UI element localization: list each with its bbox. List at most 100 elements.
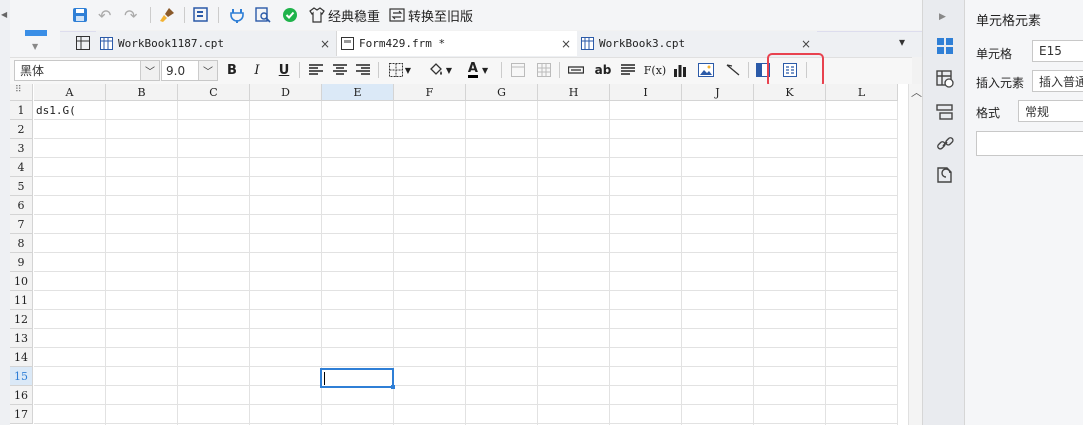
italic-button[interactable]: I <box>249 60 265 80</box>
fill-color-button[interactable]: ▼ <box>424 60 456 80</box>
underline-button[interactable]: U <box>276 60 292 80</box>
toolbar-divider <box>150 7 151 23</box>
redo-button[interactable]: ↷ <box>124 5 137 25</box>
row-header-13[interactable]: 13 <box>10 329 33 348</box>
close-tab-icon[interactable]: × <box>801 37 811 51</box>
format-painter-button[interactable] <box>159 5 175 25</box>
tab-form429[interactable]: Form429.frm * × <box>336 31 578 56</box>
insert-image-button[interactable] <box>697 60 715 80</box>
vertical-scrollbar[interactable]: ︿ <box>908 84 923 425</box>
column-header-a[interactable]: A <box>34 84 106 101</box>
insert-richtext-button[interactable]: ab <box>593 60 613 80</box>
row-header-17[interactable]: 17 <box>10 405 33 424</box>
align-right-icon <box>356 64 370 75</box>
collapse-left-icon[interactable]: ◀ <box>1 10 7 19</box>
slash-icon <box>726 64 740 76</box>
row-header-8[interactable]: 8 <box>10 234 33 253</box>
border-button[interactable]: ▼ <box>384 60 416 80</box>
row-header-14[interactable]: 14 <box>10 348 33 367</box>
text-color-button[interactable]: A ▼ <box>461 60 495 80</box>
insert-chart-button[interactable] <box>671 60 689 80</box>
scroll-up-icon[interactable]: ︿ <box>911 84 922 100</box>
insert-slash-button[interactable] <box>724 60 742 80</box>
search-doc-icon <box>255 7 271 23</box>
cell-field[interactable]: E15 <box>1032 40 1083 62</box>
close-tab-icon[interactable]: × <box>561 37 571 51</box>
connect-button[interactable] <box>229 5 245 25</box>
column-header-d[interactable]: D <box>250 84 322 101</box>
classic-theme-button[interactable]: 经典稳重 <box>309 5 380 25</box>
condition-attribute-icon[interactable] <box>936 166 954 184</box>
column-header-c[interactable]: C <box>178 84 250 101</box>
cell-attribute-icon[interactable] <box>936 70 954 88</box>
row-header-15[interactable]: 15 <box>10 367 33 386</box>
font-size-select[interactable]: 9.0 ﹀ <box>161 60 218 81</box>
row-header-16[interactable]: 16 <box>10 386 33 405</box>
hyperlink-icon[interactable] <box>936 135 954 153</box>
left-collapse-rail[interactable] <box>0 0 10 425</box>
fill-handle[interactable] <box>391 385 395 389</box>
inspect-button[interactable] <box>255 5 271 25</box>
paint-bucket-icon <box>430 63 442 75</box>
column-header-h[interactable]: H <box>538 84 610 101</box>
row-header-6[interactable]: 6 <box>10 196 33 215</box>
convert-old-button[interactable]: 转换至旧版 <box>389 5 473 25</box>
align-right-button[interactable] <box>354 60 372 80</box>
column-header-l[interactable]: L <box>826 84 898 101</box>
grid-column-line <box>826 101 898 425</box>
merge-cell-button[interactable] <box>510 60 526 80</box>
align-left-button[interactable] <box>307 60 325 80</box>
lines-icon <box>621 64 635 75</box>
text-color-letter: A <box>467 61 478 78</box>
tab-label: WorkBook3.cpt <box>599 37 686 50</box>
font-family-select[interactable]: 黑体 ﹀ <box>14 60 160 81</box>
format-detail-field[interactable] <box>976 131 1083 156</box>
new-tab-grid-icon[interactable] <box>76 36 90 53</box>
row-header-5[interactable]: 5 <box>10 177 33 196</box>
align-center-button[interactable] <box>331 60 349 80</box>
row-header-3[interactable]: 3 <box>10 139 33 158</box>
cell-element-icon[interactable] <box>936 37 954 55</box>
panel-expand-icon[interactable]: ▶ <box>939 12 946 22</box>
insert-text-button[interactable] <box>567 60 585 80</box>
row-header-4[interactable]: 4 <box>10 158 33 177</box>
row-header-11[interactable]: 11 <box>10 291 33 310</box>
row-header-10[interactable]: 10 <box>10 272 33 291</box>
column-header-k[interactable]: K <box>754 84 826 101</box>
column-header-f[interactable]: F <box>394 84 466 101</box>
insert-element-select[interactable]: 插入普通 <box>1032 70 1083 92</box>
text-field-icon <box>568 66 584 74</box>
column-header-e[interactable]: E <box>322 84 394 101</box>
insert-formula-button[interactable]: F(x) <box>644 60 666 80</box>
bar-chart-icon <box>674 65 686 77</box>
save-button[interactable] <box>72 5 88 25</box>
workbook-icon <box>581 37 594 50</box>
column-header-j[interactable]: J <box>682 84 754 101</box>
row-header-1[interactable]: 1 <box>10 101 33 120</box>
undo-button[interactable]: ↶ <box>98 5 111 25</box>
check-button[interactable] <box>282 5 298 25</box>
format-select[interactable]: 常规 <box>1018 100 1083 122</box>
column-header-b[interactable]: B <box>106 84 178 101</box>
preview-button[interactable] <box>193 5 209 25</box>
close-tab-icon[interactable]: × <box>320 37 330 51</box>
column-header-i[interactable]: I <box>610 84 682 101</box>
insert-list-button[interactable] <box>619 60 637 80</box>
format-label: 格式 <box>976 106 1001 120</box>
row-header-12[interactable]: 12 <box>10 310 33 329</box>
column-header-g[interactable]: G <box>466 84 538 101</box>
logo-dropdown-icon[interactable]: ▼ <box>32 42 38 51</box>
tab-workbook1187[interactable]: WorkBook1187.cpt × <box>96 31 336 56</box>
toolbar-divider <box>748 62 749 78</box>
row-header-9[interactable]: 9 <box>10 253 33 272</box>
cell-a1-content: ds1.G( <box>36 104 76 117</box>
selected-cell-e15[interactable] <box>320 368 395 389</box>
row-header-2[interactable]: 2 <box>10 120 33 139</box>
widget-settings-icon[interactable] <box>936 103 954 121</box>
property-panel: 单元格元素 单元格 E15 插入元素 插入普通 格式 常规 <box>964 0 1083 425</box>
split-cell-button[interactable] <box>536 60 552 80</box>
row-header-7[interactable]: 7 <box>10 215 33 234</box>
select-all-corner[interactable]: ⠿ <box>10 84 33 101</box>
tab-menu-icon[interactable]: ▾ <box>899 35 905 49</box>
bold-button[interactable]: B <box>224 60 240 80</box>
